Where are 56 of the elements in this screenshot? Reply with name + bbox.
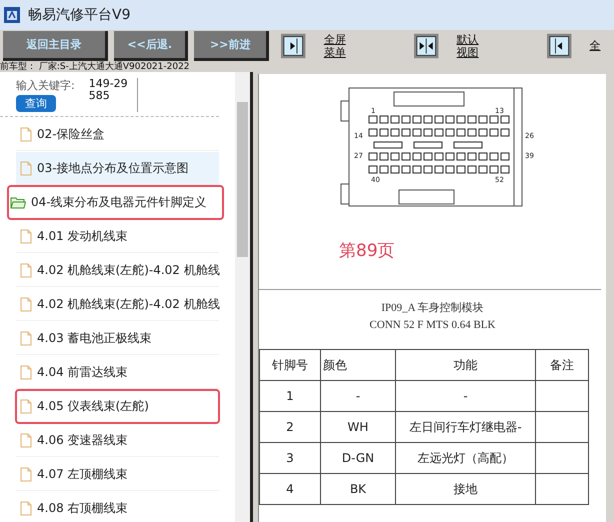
table-cell: D-GN (342, 451, 374, 465)
car-model-text: 前车型： 厂家:S-上汽大通大通V902021-2022 (0, 62, 190, 72)
file-icon (20, 364, 32, 380)
file-icon (20, 500, 32, 516)
view-link[interactable]: 全屏菜单 (324, 32, 348, 60)
tree-item[interactable]: 4.04 前雷达线束 (16, 356, 219, 389)
table-cell: 左日间行车灯继电器- (409, 420, 522, 434)
query-button[interactable]: 查询 (16, 95, 56, 112)
file-icon (20, 398, 32, 414)
keyword-field[interactable]: 149-29585 (88, 78, 138, 112)
column-header: 针脚号 (260, 350, 320, 380)
table-cell: 4 (286, 482, 294, 496)
tree-item[interactable]: 4.02 机舱线束(左舵)-4.02 机舱线 (16, 288, 219, 321)
table-cell: - (463, 389, 468, 403)
file-icon (20, 296, 32, 312)
file-icon (20, 466, 32, 482)
connector-spec: CONN 52 F MTS 0.64 BLK (368, 319, 496, 331)
app-icon (4, 7, 20, 23)
file-icon (20, 160, 32, 176)
tree-item[interactable]: 4.06 变速器线束 (16, 424, 219, 457)
tree-item[interactable]: 02-保险丝盒 (16, 118, 219, 151)
table-cell: - (356, 389, 360, 403)
column-header: 功能 (396, 350, 536, 380)
table-cell: 接地 (454, 482, 478, 496)
keyword-label: 输入关键字: (16, 78, 75, 93)
tree-item[interactable]: 4.02 机舱线束(左舵)-4.02 机舱线 (16, 254, 219, 287)
panel-toggle-icon[interactable] (414, 33, 439, 59)
file-icon (20, 262, 32, 278)
file-icon (20, 432, 32, 448)
table-cell: BK (350, 482, 366, 496)
table-cell: 左远光灯（高配） (418, 450, 514, 464)
tree-item[interactable]: 4.03 蓄电池正极线束 (16, 322, 219, 355)
folder-icon (10, 196, 26, 208)
tree-item[interactable]: 03-接地点分布及位置示意图 (16, 152, 219, 185)
panel-toggle-icon[interactable] (281, 33, 306, 59)
tree-item[interactable]: 4.05 仪表线束(左舵) (16, 390, 219, 423)
page-number: 第89页 (339, 240, 395, 262)
column-header: 备注 (536, 350, 588, 380)
connector-title: IP09_A 车身控制模块 (380, 301, 485, 315)
tree-item[interactable]: 4.01 发动机线束 (16, 220, 219, 253)
file-icon (20, 330, 32, 346)
table-cell: 3 (286, 451, 294, 465)
table-cell: WH (348, 420, 368, 434)
file-icon (20, 126, 32, 142)
window-title: 畅易汽修平台V9 (28, 6, 130, 24)
scrollbar[interactable] (235, 72, 250, 522)
view-link[interactable]: 全 (590, 39, 614, 53)
file-icon (20, 228, 32, 244)
panel-toggle-icon[interactable] (547, 33, 572, 59)
tree-item[interactable]: 04-线束分布及电器元件针脚定义 (8, 186, 223, 219)
view-link[interactable]: 默认视图 (456, 32, 482, 60)
tree-item[interactable]: 4.07 左顶棚线束 (16, 458, 219, 491)
tree-item[interactable]: 4.08 右顶棚线束 (16, 492, 219, 522)
table-cell: 2 (286, 420, 294, 434)
table-cell: 1 (286, 389, 294, 403)
column-header: 颜色 (320, 350, 396, 380)
